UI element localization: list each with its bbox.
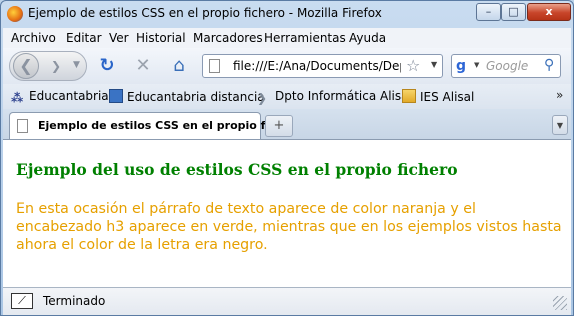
page-icon: [209, 59, 220, 73]
bookmark-dpto-informatica[interactable]: ❯ Dpto Informática Alisal: [257, 89, 412, 105]
content-heading: Ejemplo del uso de estilos CSS en el pro…: [16, 160, 458, 179]
menu-historial[interactable]: Historial: [136, 31, 186, 45]
folder-icon: [402, 89, 416, 103]
title-bar: Ejemplo de estilos CSS en el propio fich…: [1, 1, 573, 27]
forward-icon[interactable]: ❯: [51, 59, 67, 73]
menu-archivo[interactable]: Archivo: [11, 31, 56, 45]
status-icon: ⟋: [11, 293, 33, 309]
tab-label: Ejemplo de estilos CSS en el propio fi..…: [38, 119, 282, 132]
menu-ver[interactable]: Ver: [109, 31, 129, 45]
firefox-icon: [7, 6, 23, 22]
content-paragraph: En esta ocasión el párrafo de texto apar…: [16, 201, 562, 253]
menu-herramientas[interactable]: Herramientas: [264, 31, 346, 45]
window-title: Ejemplo de estilos CSS en el propio fich…: [28, 6, 382, 20]
bookmark-ies-alisal[interactable]: IES Alisal: [402, 89, 474, 104]
url-dropdown-icon[interactable]: ▼: [431, 60, 437, 69]
bookmark-educantabria-distancia[interactable]: Educantabria distancia: [109, 89, 265, 104]
back-icon[interactable]: ❮: [13, 53, 39, 79]
page-icon: [17, 119, 28, 133]
navigation-toolbar: ❮ ❯ ▼ ↻ ✕ ⌂ file:///E:/Ana/Documents/Dep…: [3, 48, 571, 84]
home-icon[interactable]: ⌂: [169, 56, 189, 76]
history-dropdown-icon[interactable]: ▼: [73, 60, 80, 70]
bookmarks-toolbar: ⁂ Educantabria Educantabria distancia ❯ Dp…: [3, 84, 571, 109]
bookmark-icon: ❯: [257, 91, 268, 105]
bookmark-label: Dpto Informática Alisal: [275, 89, 412, 103]
status-bar: ⟋ Terminado: [3, 287, 571, 315]
menu-ayuda[interactable]: Ayuda: [349, 31, 386, 45]
search-engine-dropdown-icon[interactable]: ▼: [474, 61, 479, 69]
maximize-button[interactable]: □: [501, 3, 526, 21]
url-text[interactable]: file:///E:/Ana/Documents/Depa: [233, 59, 401, 73]
new-tab-button[interactable]: +: [265, 115, 293, 137]
menu-editar[interactable]: Editar: [66, 31, 102, 45]
stop-icon[interactable]: ✕: [133, 56, 153, 76]
page-content: Ejemplo del uso de estilos CSS en el pro…: [3, 139, 571, 287]
menu-bar: Archivo Editar Ver Historial Marcadores …: [3, 28, 571, 48]
search-bar[interactable]: g ▼ Google ⚲: [451, 54, 561, 78]
search-input[interactable]: Google: [486, 59, 528, 73]
status-text: Terminado: [43, 294, 106, 308]
tab-list-dropdown-icon[interactable]: ▼: [552, 115, 568, 135]
bookmark-icon: [109, 89, 123, 103]
bookmark-label: IES Alisal: [420, 90, 475, 104]
tab-bar: Ejemplo de estilos CSS en el propio fi..…: [3, 109, 571, 139]
bookmark-label: Educantabria distancia: [127, 90, 265, 104]
tab-active[interactable]: Ejemplo de estilos CSS en el propio fi..…: [9, 112, 281, 139]
menu-marcadores[interactable]: Marcadores: [193, 31, 263, 45]
resize-grip[interactable]: [553, 296, 567, 310]
magnifier-icon[interactable]: ⚲: [544, 57, 554, 73]
url-bar[interactable]: file:///E:/Ana/Documents/Depa ☆ ▼: [202, 54, 443, 78]
star-icon[interactable]: ☆: [406, 56, 420, 75]
close-button[interactable]: x: [527, 3, 571, 21]
minimize-button[interactable]: –: [476, 3, 501, 21]
browser-window: Ejemplo de estilos CSS en el propio fich…: [0, 0, 574, 316]
reload-icon[interactable]: ↻: [97, 56, 117, 76]
bookmarks-overflow-button[interactable]: »: [556, 88, 563, 102]
google-icon[interactable]: g: [456, 58, 472, 74]
bookmark-icon: ⁂: [11, 91, 24, 105]
bookmark-educantabria[interactable]: ⁂ Educantabria: [11, 89, 109, 105]
bookmark-label: Educantabria: [29, 89, 109, 103]
